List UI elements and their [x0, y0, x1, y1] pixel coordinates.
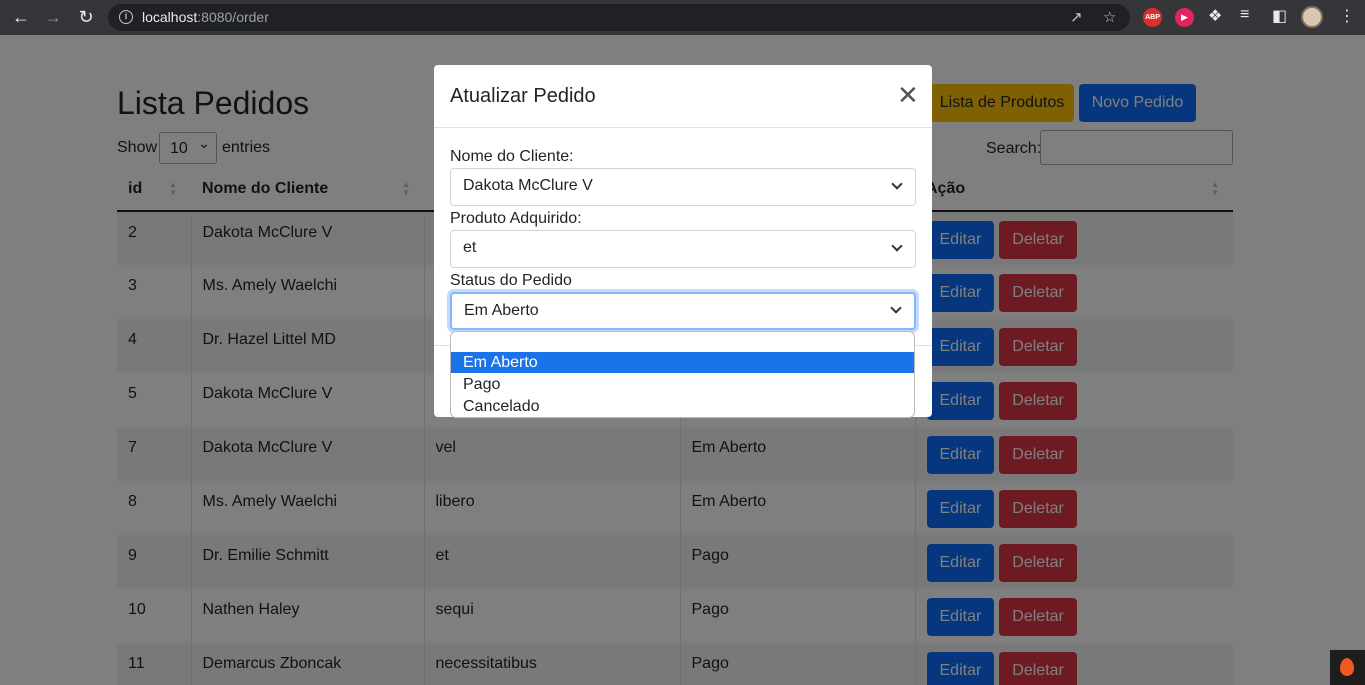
- status-select-value: Em Aberto: [464, 302, 539, 319]
- status-option[interactable]: Pago: [451, 374, 914, 395]
- status-option[interactable]: Em Aberto: [451, 352, 914, 373]
- bookmark-star-icon[interactable]: ☆: [1103, 8, 1116, 26]
- status-select[interactable]: Em Aberto: [450, 292, 916, 330]
- dev-toolbar-badge[interactable]: [1330, 650, 1365, 685]
- client-select-value: Dakota McClure V: [463, 177, 593, 194]
- back-icon[interactable]: ←: [10, 6, 32, 28]
- share-icon[interactable]: ↗: [1070, 8, 1083, 26]
- extensions-puzzle-icon[interactable]: ❖: [1208, 6, 1222, 26]
- modal-title: Atualizar Pedido: [450, 85, 596, 107]
- reload-icon[interactable]: ↻: [75, 6, 97, 28]
- client-select[interactable]: Dakota McClure V: [450, 168, 916, 206]
- profile-avatar[interactable]: [1301, 6, 1323, 28]
- address-bar[interactable]: i localhost:8080/order ↗ ☆: [108, 4, 1130, 31]
- status-option[interactable]: Cancelado: [451, 396, 914, 417]
- product-label: Produto Adquirido:: [450, 210, 582, 227]
- adblock-extension-icon[interactable]: ABP: [1143, 8, 1162, 27]
- modal-header: Atualizar Pedido ✕: [434, 65, 932, 128]
- reading-list-icon[interactable]: ≡: [1240, 6, 1249, 24]
- status-label: Status do Pedido: [450, 272, 572, 289]
- video-extension-icon[interactable]: ▶: [1175, 8, 1194, 27]
- close-icon[interactable]: ✕: [897, 82, 919, 108]
- browser-menu-icon[interactable]: ⋮: [1339, 6, 1355, 26]
- product-select-value: et: [463, 239, 477, 256]
- chevron-down-icon: [890, 302, 902, 314]
- client-label: Nome do Cliente:: [450, 148, 574, 165]
- browser-toolbar: ← → ↻ i localhost:8080/order ↗ ☆ ABP ▶ ❖…: [0, 0, 1365, 35]
- status-dropdown-list: Em Aberto Pago Cancelado: [450, 331, 915, 418]
- forward-icon[interactable]: →: [42, 6, 64, 28]
- product-select[interactable]: et: [450, 230, 916, 268]
- url-text: localhost:8080/order: [142, 9, 269, 25]
- side-panel-icon[interactable]: ◧: [1272, 6, 1287, 26]
- flame-icon: [1340, 658, 1354, 676]
- site-info-icon[interactable]: i: [119, 10, 133, 24]
- chevron-down-icon: [891, 178, 903, 190]
- chevron-down-icon: [891, 240, 903, 252]
